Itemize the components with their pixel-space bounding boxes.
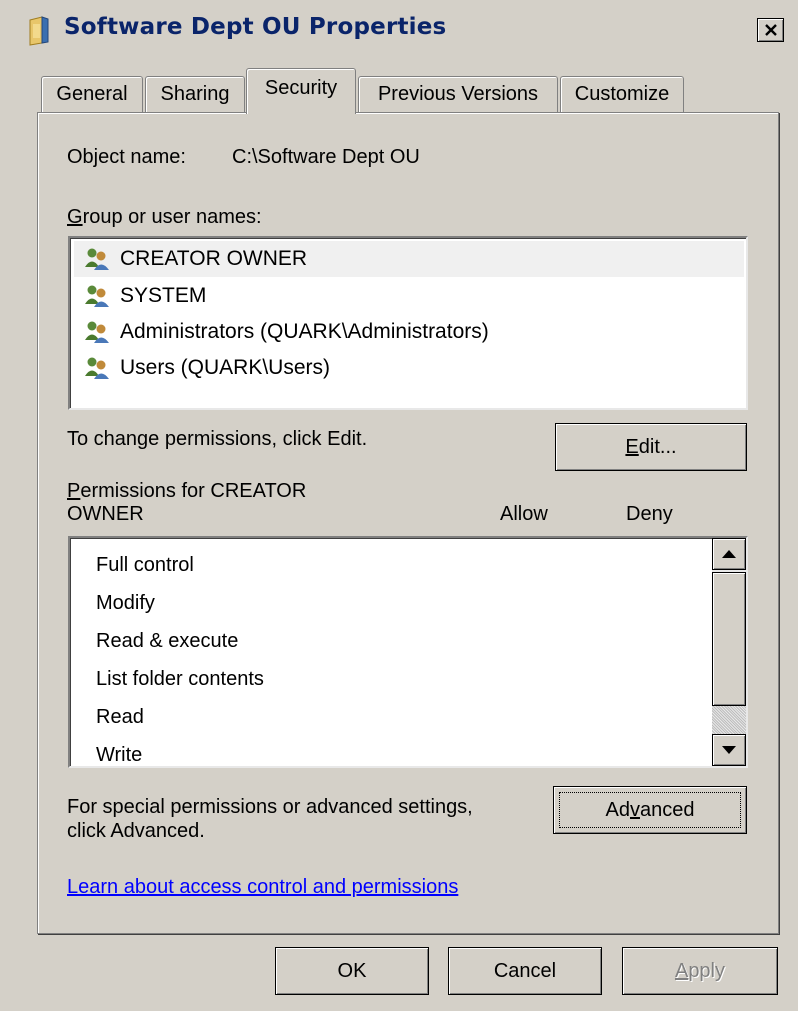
list-item-users[interactable]: Users (QUARK\Users) [74,350,744,386]
scroll-down-button[interactable] [712,734,746,766]
tab-sharing[interactable]: Sharing [145,76,245,112]
special-permissions-text: For special permissions or advanced sett… [67,796,473,842]
column-deny: Deny [626,503,673,525]
list-item-system[interactable]: SYSTEM [74,278,744,314]
object-name-label: Object name: [67,146,186,168]
group-label: Group or user names: [67,206,262,228]
cancel-button[interactable]: Cancel [448,947,602,995]
permission-read: Read [96,706,144,728]
window-title: Software Dept OU Properties [64,14,447,40]
ok-button[interactable]: OK [275,947,429,995]
user-group-icon [85,357,109,379]
edit-button[interactable]: Edit... [555,423,747,471]
advanced-button[interactable]: Advanced [553,786,747,834]
list-item-creator-owner[interactable]: CREATOR OWNER [74,241,744,277]
scroll-down-icon [722,746,736,754]
permissions-list[interactable]: Full control Modify Read & execute List … [68,536,748,768]
permission-read-execute: Read & execute [96,630,239,652]
user-group-icon [85,321,109,343]
scroll-track[interactable] [712,706,746,734]
permission-list-folder-contents: List folder contents [96,668,264,690]
tab-security[interactable]: Security [246,68,356,114]
tab-previous-versions[interactable]: Previous Versions [358,76,558,112]
close-button[interactable] [757,18,784,42]
scroll-thumb[interactable] [712,572,746,706]
learn-access-control-link[interactable]: Learn about access control and permissio… [67,876,458,899]
title-bar: Software Dept OU Properties [0,0,798,62]
permission-modify: Modify [96,592,155,614]
user-group-icon [85,285,109,307]
tab-customize[interactable]: Customize [560,76,684,112]
permission-full-control: Full control [96,554,194,576]
user-group-icon [85,248,109,270]
permissions-scrollbar[interactable] [712,538,746,766]
list-item-administrators[interactable]: Administrators (QUARK\Administrators) [74,314,744,350]
column-allow: Allow [500,503,548,525]
change-permissions-text: To change permissions, click Edit. [67,428,368,450]
scroll-up-icon [722,550,736,558]
permissions-label: Permissions for CREATOR OWNER [67,480,307,525]
group-user-list[interactable]: CREATOR OWNER SYSTEM Administrators (QUA… [68,236,748,410]
object-name-value: C:\Software Dept OU [232,146,420,168]
scroll-up-button[interactable] [712,538,746,570]
permission-write: Write [96,744,143,766]
apply-button[interactable]: Apply [622,947,778,995]
tab-general[interactable]: General [41,76,143,112]
folder-icon [29,16,49,46]
close-icon [764,24,777,36]
properties-dialog: Software Dept OU Properties General Shar… [0,0,798,1011]
